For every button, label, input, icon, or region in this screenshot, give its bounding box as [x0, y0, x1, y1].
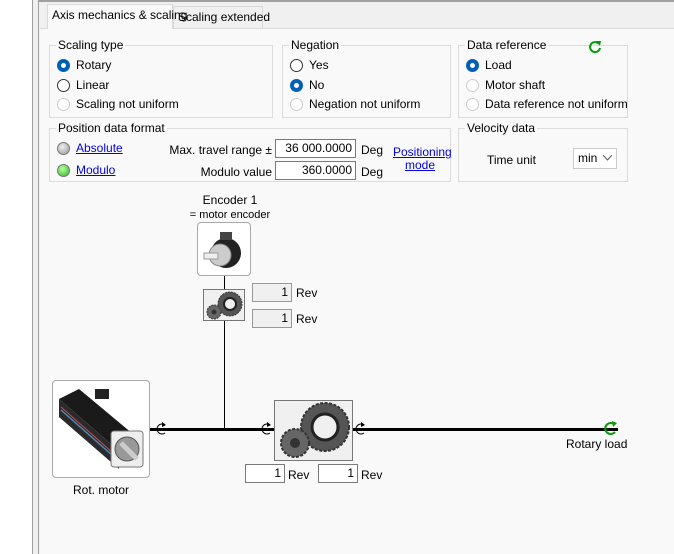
group-title: Scaling type [56, 38, 126, 52]
left-pane [0, 0, 33, 554]
encoder-sublabel: = motor encoder [189, 209, 271, 221]
modulo-value-label: Modulo value [200, 165, 272, 179]
radio-scaling-not-uniform: Scaling not uniform [57, 97, 179, 111]
modulo-value-input[interactable]: 360.0000 [275, 161, 356, 180]
radio-load[interactable]: Load [466, 58, 512, 72]
group-title: Negation [289, 38, 342, 52]
modulo-link[interactable]: Modulo [76, 163, 115, 177]
motor-label: Rot. motor [72, 483, 129, 497]
encoder-image[interactable] [197, 222, 251, 276]
load-gear[interactable] [274, 400, 353, 461]
radio-motor-shaft: Motor shaft [466, 78, 545, 92]
motor-icon [59, 389, 144, 469]
radio-rotary[interactable]: Rotary [57, 58, 111, 72]
rotation-direction-icon [355, 422, 365, 435]
chevron-down-icon [603, 155, 612, 161]
group-title: Data reference [465, 38, 549, 52]
time-unit-label: Time unit [487, 153, 536, 167]
unit-label: Rev [361, 468, 383, 482]
motor-image[interactable] [52, 380, 150, 478]
modulo-option[interactable]: Modulo [57, 163, 115, 177]
rotary-load-label: Rotary load [566, 437, 628, 451]
scaling-type-group: Scaling type Rotary Linear Scaling not u… [49, 38, 273, 118]
max-travel-input[interactable]: 36 000.0000 [275, 139, 356, 158]
encoder-gear-output-rev: 1 [252, 309, 292, 328]
divider [39, 0, 674, 2]
time-unit-select[interactable]: min [573, 148, 617, 169]
positioning-mode-link[interactable]: Positioning mode [393, 146, 452, 172]
rotation-direction-icon [261, 422, 271, 435]
refresh-icon[interactable] [588, 40, 602, 54]
absolute-link[interactable]: Absolute [76, 141, 123, 155]
negation-group: Negation Yes No Negation not uniform [282, 38, 451, 118]
radio-linear[interactable]: Linear [57, 78, 109, 92]
drive-shaft-line [150, 428, 618, 431]
data-reference-group: Data reference Load Motor shaft Data ref… [458, 38, 628, 118]
tab-label: Scaling extended [178, 10, 271, 24]
position-data-format-group: Position data format Absolute Modulo Max… [49, 121, 452, 182]
encoder-gear-input-rev: 1 [252, 283, 292, 302]
unit-label: Deg [361, 165, 384, 179]
status-led-icon [57, 141, 70, 155]
radio-yes[interactable]: Yes [290, 58, 329, 72]
unit-label: Rev [296, 286, 318, 300]
unit-label: Rev [296, 312, 318, 326]
gear-icon [280, 402, 350, 458]
velocity-data-group: Velocity data Time unit min [458, 121, 628, 182]
group-title: Velocity data [465, 121, 538, 135]
absolute-option[interactable]: Absolute [57, 141, 123, 155]
splitter[interactable] [34, 0, 39, 554]
radio-negation-not-uniform: Negation not uniform [290, 97, 420, 111]
tab-axis-mechanics[interactable]: Axis mechanics & scaling [47, 4, 187, 29]
group-title: Position data format [56, 121, 167, 135]
max-travel-label: Max. travel range ± [169, 143, 272, 157]
encoder-label: Encoder 1 [202, 193, 258, 207]
unit-label: Deg [361, 143, 384, 157]
tab-label: Axis mechanics & scaling [52, 8, 188, 22]
status-led-icon [57, 163, 70, 177]
radio-no[interactable]: No [290, 78, 324, 92]
radio-data-reference-not-uniform: Data reference not uniform [466, 97, 628, 111]
rotary-load-icon [604, 421, 617, 435]
encoder-gear[interactable] [203, 289, 245, 321]
rotation-direction-icon [156, 422, 166, 435]
unit-label: Rev [288, 468, 310, 482]
load-gear-output-rev[interactable]: 1 [318, 464, 358, 483]
gear-icon [206, 291, 243, 320]
encoder-icon [203, 232, 241, 268]
load-gear-input-rev[interactable]: 1 [245, 464, 285, 483]
